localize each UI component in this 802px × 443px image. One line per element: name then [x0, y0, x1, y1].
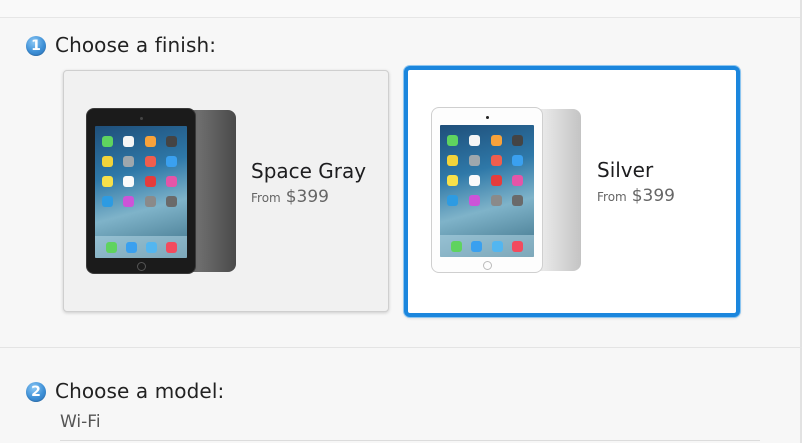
price-from-label: From	[597, 190, 627, 204]
step-1-heading: 1 Choose a finish:	[26, 33, 216, 57]
home-screen-apps	[102, 136, 180, 207]
model-option-wifi[interactable]: Wi-Fi	[60, 412, 101, 432]
step-1-title: Choose a finish:	[55, 33, 217, 57]
step-2-heading: 2 Choose a model:	[26, 379, 224, 403]
finish-option-silver[interactable]: Silver From $399	[404, 66, 740, 317]
ipad-space-gray-image	[86, 108, 236, 274]
price-value: $399	[285, 187, 329, 207]
price-value: $399	[631, 186, 675, 206]
step-2-title: Choose a model:	[55, 379, 225, 403]
home-screen-apps	[447, 135, 527, 206]
price-silver: From $399	[597, 186, 675, 206]
model-divider	[60, 440, 760, 441]
price-from-label: From	[251, 191, 281, 205]
finish-option-space-gray[interactable]: Space Gray From $399	[63, 70, 389, 312]
step-1-number-badge: 1	[26, 35, 46, 56]
ipad-silver-image	[431, 107, 583, 273]
section-divider	[0, 347, 802, 348]
finish-name-silver: Silver	[597, 158, 654, 182]
finish-name-space-gray: Space Gray	[251, 159, 367, 183]
step-2-number-badge: 2	[26, 381, 46, 402]
top-divider	[0, 0, 802, 18]
price-space-gray: From $399	[251, 187, 366, 207]
